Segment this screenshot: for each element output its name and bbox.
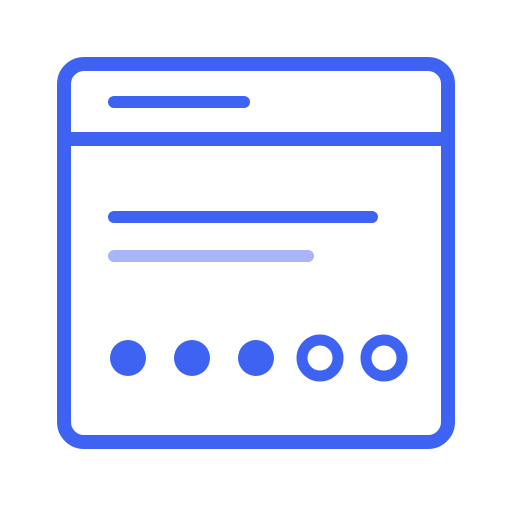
empty-dot [360, 334, 408, 382]
filled-dot [238, 340, 274, 376]
filled-dot [174, 340, 210, 376]
password-dots [110, 334, 408, 382]
icon-canvas [0, 0, 512, 512]
browser-window-icon [57, 57, 455, 449]
empty-dot [296, 334, 344, 382]
filled-dot [110, 340, 146, 376]
